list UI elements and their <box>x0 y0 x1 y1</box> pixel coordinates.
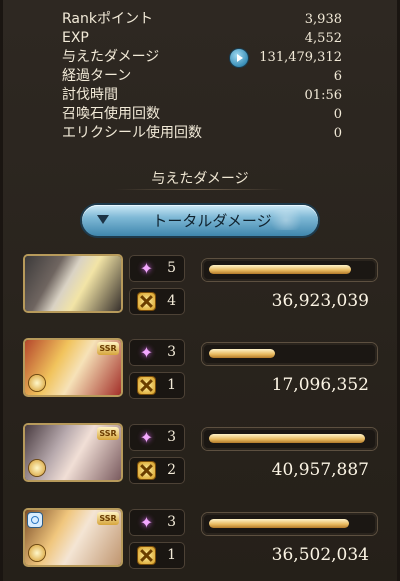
skill-count-box: ✦ 3 <box>130 510 184 535</box>
character-portrait[interactable] <box>25 256 121 311</box>
stat-value: 4,552 <box>304 31 342 46</box>
skill-count-box: ✦ 5 <box>130 256 184 281</box>
damage-bar-fill <box>209 265 351 274</box>
attack-count: 4 <box>167 293 176 309</box>
stat-clear-time: 討伐時間 01:56 <box>62 86 342 105</box>
crossed-swords-icon <box>138 293 155 310</box>
character-portrait[interactable]: SSR <box>25 510 121 565</box>
skill-count-box: ✦ 3 <box>130 340 184 365</box>
damage-value: 40,957,887 <box>271 460 369 480</box>
damage-bar-fill <box>209 349 275 358</box>
ssr-badge: SSR <box>97 427 119 440</box>
element-icon <box>29 460 45 476</box>
stat-label: 討伐時間 <box>62 87 118 103</box>
skill-sparkle-icon: ✦ <box>139 428 154 447</box>
character-row: ✦ 5 4 36,923,039 <box>25 256 377 320</box>
crossed-swords-icon <box>138 462 155 479</box>
skill-count-box: ✦ 3 <box>130 425 184 450</box>
damage-bar <box>202 259 377 281</box>
stat-label: 召喚石使用回数 <box>62 106 160 122</box>
ring-icon <box>28 513 42 527</box>
chevron-down-icon <box>97 215 109 224</box>
skill-count: 3 <box>167 429 176 445</box>
stat-summon-uses: 召喚石使用回数 0 <box>62 105 342 124</box>
character-portrait[interactable]: SSR <box>25 425 121 480</box>
attack-count: 1 <box>167 547 176 563</box>
stat-value: 01:56 <box>304 88 342 103</box>
damage-bar <box>202 513 377 535</box>
crossed-swords-icon <box>138 547 155 564</box>
skill-count: 3 <box>167 344 176 360</box>
ssr-badge: SSR <box>97 512 119 525</box>
damage-bar <box>202 343 377 365</box>
skill-sparkle-icon: ✦ <box>139 259 154 278</box>
character-row: SSR ✦ 3 1 36,502,034 <box>25 510 377 574</box>
stat-value: 6 <box>333 69 342 84</box>
attack-count-box: 2 <box>130 458 184 483</box>
element-icon <box>29 375 45 391</box>
stat-value: 131,479,312 <box>259 50 342 65</box>
button-ornament <box>266 210 306 230</box>
result-panel: Rankポイント 3,938 EXP 4,552 与えたダメージ 131,479… <box>0 0 400 581</box>
skill-sparkle-icon: ✦ <box>139 343 154 362</box>
stat-exp: EXP 4,552 <box>62 29 342 48</box>
play-icon[interactable] <box>230 49 248 67</box>
stat-rank-points: Rankポイント 3,938 <box>62 10 342 29</box>
stat-label: 与えたダメージ <box>62 49 160 65</box>
skill-count: 5 <box>167 260 176 276</box>
stat-label: EXP <box>62 30 89 46</box>
damage-value: 17,096,352 <box>271 375 369 395</box>
damage-value: 36,502,034 <box>271 545 369 565</box>
damage-bar <box>202 428 377 450</box>
attack-count: 2 <box>167 462 176 478</box>
stat-label: エリクシール使用回数 <box>62 125 202 141</box>
stat-turns: 経過ターン 6 <box>62 67 342 86</box>
stat-label: Rankポイント <box>62 11 153 27</box>
attack-count-box: 1 <box>130 543 184 568</box>
element-icon <box>29 545 45 561</box>
attack-count: 1 <box>167 377 176 393</box>
battle-stats: Rankポイント 3,938 EXP 4,552 与えたダメージ 131,479… <box>62 10 342 143</box>
damage-value: 36,923,039 <box>271 291 369 311</box>
crossed-swords-icon <box>138 377 155 394</box>
ssr-badge: SSR <box>97 342 119 355</box>
divider <box>115 189 285 190</box>
section-title: 与えたダメージ <box>151 171 249 187</box>
character-row: SSR ✦ 3 1 17,096,352 <box>25 340 377 404</box>
stat-damage-dealt: 与えたダメージ 131,479,312 <box>62 48 342 67</box>
total-damage-dropdown[interactable]: トータルダメージ <box>82 205 318 236</box>
stat-value: 3,938 <box>304 12 342 27</box>
damage-bar-fill <box>209 434 365 443</box>
stat-value: 0 <box>333 107 342 122</box>
character-portrait[interactable]: SSR <box>25 340 121 395</box>
attack-count-box: 1 <box>130 373 184 398</box>
stat-value: 0 <box>333 126 342 141</box>
stat-label: 経過ターン <box>62 68 132 84</box>
skill-count: 3 <box>167 514 176 530</box>
stat-elixir-uses: エリクシール使用回数 0 <box>62 124 342 143</box>
skill-sparkle-icon: ✦ <box>139 513 154 532</box>
attack-count-box: 4 <box>130 289 184 314</box>
character-row: SSR ✦ 3 2 40,957,887 <box>25 425 377 489</box>
damage-bar-fill <box>209 519 349 528</box>
